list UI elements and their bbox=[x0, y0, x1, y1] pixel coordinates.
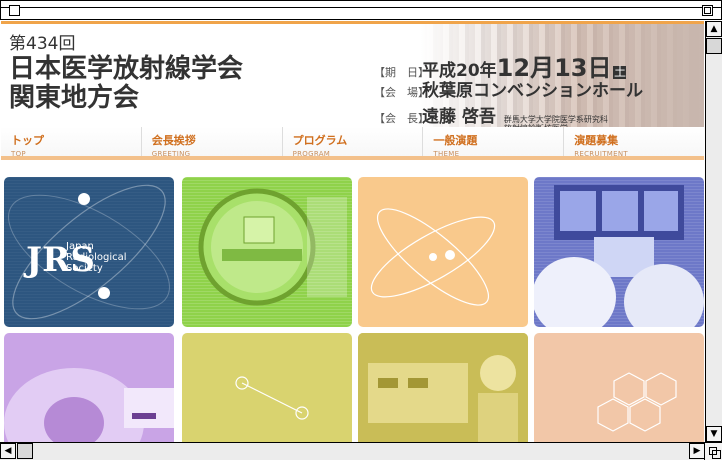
scroll-left-button[interactable]: ◀ bbox=[0, 443, 16, 459]
radiologists-monitors-tile[interactable] bbox=[534, 177, 704, 327]
console-photo bbox=[358, 333, 528, 442]
venue-name: 秋葉原コンベンションホール bbox=[422, 81, 643, 101]
horizontal-scroll-thumb[interactable] bbox=[17, 443, 33, 459]
jrs-text-line: Society bbox=[66, 263, 103, 274]
control-console-tile[interactable] bbox=[358, 333, 528, 442]
scroll-down-button[interactable]: ▼ bbox=[706, 426, 722, 442]
nav-label-en: THEME bbox=[433, 150, 460, 158]
atom-orange-tile[interactable] bbox=[358, 177, 528, 327]
hexagon-pattern-tile[interactable] bbox=[534, 333, 704, 442]
nav-label-en: PROGRAM bbox=[292, 150, 331, 158]
title-region: 関東地方会 bbox=[9, 83, 140, 113]
nav-label-en: GREETING bbox=[151, 150, 191, 158]
image-tile-grid: JRS Japan Radiological Society bbox=[4, 177, 704, 442]
nav-item-top[interactable]: トップ TOP bbox=[1, 127, 142, 158]
jrs-logo-tile[interactable]: JRS Japan Radiological Society bbox=[4, 177, 174, 327]
vertical-scroll-thumb[interactable] bbox=[706, 38, 722, 54]
president-name: 遠藤 啓吾 bbox=[422, 107, 496, 127]
nav-label-en: TOP bbox=[11, 150, 26, 158]
ct-scanner-tile[interactable] bbox=[182, 177, 352, 327]
mri-image bbox=[4, 368, 174, 442]
hexagon-graphic bbox=[597, 372, 677, 432]
nav-label-en: RECRUITMENT bbox=[574, 150, 628, 158]
molecule-graphic bbox=[235, 376, 309, 420]
scroll-right-button[interactable]: ▶ bbox=[689, 443, 705, 459]
jrs-text-line: Japan bbox=[66, 241, 94, 252]
nav-label-jp: 一般演題 bbox=[433, 134, 478, 147]
nav-item-theme[interactable]: 一般演題 THEME bbox=[423, 127, 565, 158]
nav-label-jp: トップ bbox=[11, 134, 44, 147]
site-header: 第434回 日本医学放射線学会 関東地方会 【期 日】 平成20年 12月13日… bbox=[1, 21, 704, 133]
zoom-box-icon[interactable] bbox=[702, 5, 713, 16]
nav-label-jp: 演題募集 bbox=[574, 134, 619, 147]
horizontal-scrollbar[interactable]: ◀ ▶ bbox=[0, 442, 705, 460]
nav-item-recruitment[interactable]: 演題募集 RECRUITMENT bbox=[564, 127, 704, 158]
mri-machine-tile[interactable] bbox=[4, 333, 174, 442]
jrs-logo-text: Japan Radiological Society bbox=[66, 241, 127, 274]
nav-item-program[interactable]: プログラム PROGRAM bbox=[282, 127, 424, 158]
title-society: 日本医学放射線学会 bbox=[9, 54, 244, 84]
page-content: 第434回 日本医学放射線学会 関東地方会 【期 日】 平成20年 12月13日… bbox=[1, 21, 704, 442]
monitors-photo bbox=[534, 185, 704, 327]
nav-label-jp: プログラム bbox=[292, 134, 348, 147]
atom-graphic bbox=[370, 208, 496, 306]
venue-label: 【会 場】 bbox=[374, 86, 429, 99]
vertical-scrollbar[interactable]: ▲ ▼ bbox=[705, 21, 722, 442]
window-titlebar[interactable] bbox=[0, 0, 722, 20]
title-session-number: 第434回 bbox=[9, 34, 76, 54]
scroll-up-button[interactable]: ▲ bbox=[706, 21, 722, 37]
close-box-icon[interactable] bbox=[9, 5, 20, 16]
conference-title: 第434回 日本医学放射線学会 関東地方会 bbox=[9, 34, 244, 113]
ct-scanner-image bbox=[198, 188, 347, 306]
jrs-text-line: Radiological bbox=[66, 252, 127, 263]
affiliation-line-1: 群馬大学大学院医学系研究科 bbox=[503, 115, 608, 124]
nav-item-greeting[interactable]: 会長挨拶 GREETING bbox=[141, 127, 283, 158]
main-nav: トップ TOP 会長挨拶 GREETING プログラム PROGRAM 一般演題… bbox=[1, 127, 704, 160]
president-label: 【会 長】 bbox=[374, 112, 429, 125]
nav-label-jp: 会長挨拶 bbox=[151, 134, 196, 147]
resize-grow-box-icon[interactable] bbox=[704, 442, 722, 460]
venue-row: 【会 場】 秋葉原コンベンションホール bbox=[374, 76, 643, 101]
molecule-yellow-tile[interactable] bbox=[182, 333, 352, 442]
